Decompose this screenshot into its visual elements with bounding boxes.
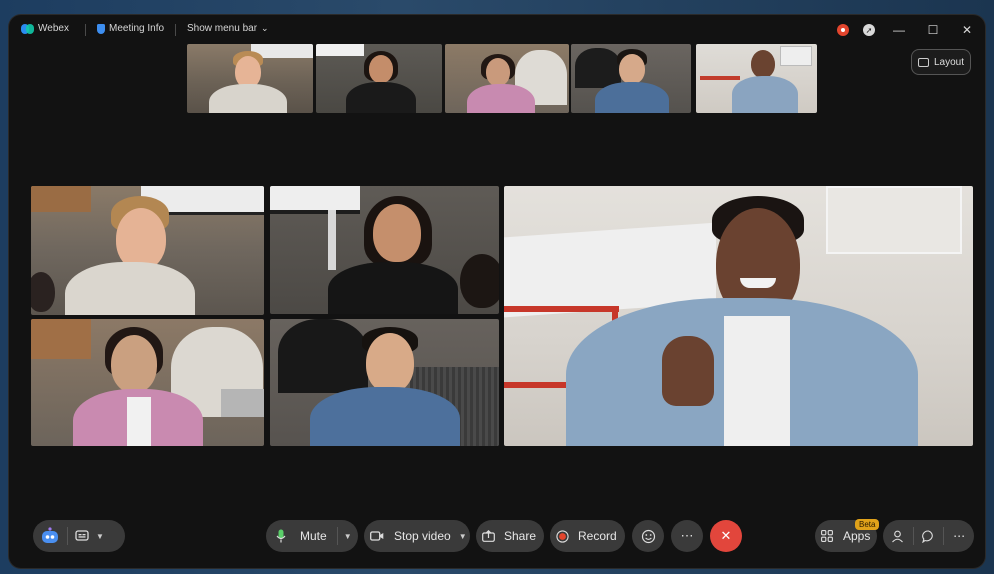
close-window-button[interactable]: ✕ (957, 20, 977, 40)
person-body (346, 82, 416, 113)
assistant-captions-group: ▼ (33, 520, 125, 552)
microphone-icon (266, 529, 296, 543)
record-button[interactable]: Record (550, 520, 625, 552)
more-icon[interactable]: ⋯ (944, 529, 974, 543)
video-tile[interactable] (270, 319, 499, 446)
video-tile[interactable] (270, 186, 499, 314)
panel-buttons-group: ⋯ (883, 520, 974, 552)
record-icon (550, 529, 574, 543)
person-head (369, 55, 393, 83)
table-frame (504, 306, 619, 312)
title-bar: Webex Meeting Info Show menu bar ⌄ ➚ — ☐… (9, 15, 985, 45)
video-tile[interactable] (31, 186, 264, 315)
person-body (595, 82, 669, 113)
compass-icon[interactable]: ➚ (863, 24, 875, 36)
person-head (460, 254, 499, 308)
filmstrip-tile[interactable] (187, 44, 313, 113)
end-call-button[interactable]: ✕ (710, 520, 742, 552)
app-brand: Webex (21, 23, 69, 34)
share-icon (476, 530, 500, 542)
whiteboard (316, 44, 364, 56)
chevron-down-icon: ⌄ (261, 23, 269, 33)
webex-meeting-window: Webex Meeting Info Show menu bar ⌄ ➚ — ☐… (9, 15, 985, 568)
reactions-button[interactable] (632, 520, 664, 552)
shelf (31, 186, 91, 212)
whiteboard (270, 186, 360, 214)
apps-label: Apps (843, 529, 871, 543)
chevron-down-icon[interactable]: ▼ (96, 532, 104, 541)
meeting-info-label: Meeting Info (109, 23, 165, 34)
show-menu-bar-button[interactable]: Show menu bar ⌄ (187, 23, 269, 34)
laptop (221, 389, 264, 417)
person-head (486, 58, 510, 86)
layout-icon (917, 57, 929, 67)
apps-grid-icon (815, 530, 839, 542)
webex-logo-icon (21, 23, 34, 34)
title-separator (175, 24, 176, 36)
table-edge (700, 76, 740, 80)
person-head (111, 335, 157, 393)
stop-video-label: Stop video (394, 529, 451, 543)
person-head (751, 50, 775, 78)
person-body (278, 319, 368, 393)
filmstrip-tile[interactable] (316, 44, 442, 113)
filmstrip-tile[interactable] (571, 44, 691, 113)
share-button[interactable]: Share (476, 520, 544, 552)
captions-icon[interactable] (68, 530, 96, 542)
filmstrip-tile[interactable] (696, 44, 817, 113)
app-name: Webex (38, 23, 69, 34)
maximize-button[interactable]: ☐ (923, 20, 943, 40)
chevron-down-icon[interactable]: ▼ (459, 532, 467, 541)
person-body (209, 84, 287, 113)
whiteboard-stand (328, 210, 336, 270)
person-head (373, 204, 421, 262)
shirt (127, 397, 151, 446)
beta-badge: Beta (855, 519, 880, 530)
layout-button[interactable]: Layout (911, 49, 971, 75)
minimize-button[interactable]: — (889, 20, 909, 40)
wall-frame (780, 46, 812, 66)
smile (740, 278, 776, 288)
thumbs-up-hand (662, 336, 714, 406)
chat-icon[interactable] (914, 529, 944, 543)
person-head (116, 208, 166, 270)
ai-assistant-icon[interactable] (33, 527, 67, 545)
person-head (619, 54, 645, 84)
wall-frame (826, 186, 962, 254)
title-separator (85, 24, 86, 36)
person-head (366, 333, 414, 393)
participants-icon[interactable] (883, 530, 913, 543)
share-label: Share (504, 529, 537, 543)
more-options-button[interactable]: ⋯ (671, 520, 703, 552)
shirt (724, 316, 790, 446)
filmstrip-tile[interactable] (445, 44, 569, 113)
title-bar-right: ➚ — ☐ ✕ (837, 20, 977, 40)
record-label: Record (578, 529, 617, 543)
shelf (31, 319, 91, 359)
more-icon: ⋯ (680, 528, 694, 543)
person-body (65, 262, 195, 315)
emoji-icon (641, 529, 655, 543)
person-head (31, 272, 55, 312)
person-body (310, 387, 460, 446)
video-camera-icon (364, 531, 390, 541)
chevron-down-icon[interactable]: ▼ (344, 532, 352, 541)
shield-icon (97, 23, 105, 34)
recording-indicator-icon[interactable] (837, 24, 849, 36)
close-icon: ✕ (720, 528, 732, 543)
show-menu-bar-label: Show menu bar (187, 23, 258, 34)
video-tile[interactable] (31, 319, 264, 446)
person-body (732, 76, 798, 113)
layout-label: Layout (933, 56, 965, 68)
mute-label: Mute (300, 529, 327, 543)
mute-button[interactable]: Mute ▼ (266, 520, 358, 552)
person-body (575, 48, 621, 88)
stop-video-button[interactable]: Stop video ▼ (364, 520, 470, 552)
group-divider (336, 527, 338, 545)
person-body (328, 262, 458, 314)
meeting-info-button[interactable]: Meeting Info (97, 23, 164, 34)
person-body (467, 84, 535, 113)
active-speaker-tile[interactable] (504, 186, 973, 446)
